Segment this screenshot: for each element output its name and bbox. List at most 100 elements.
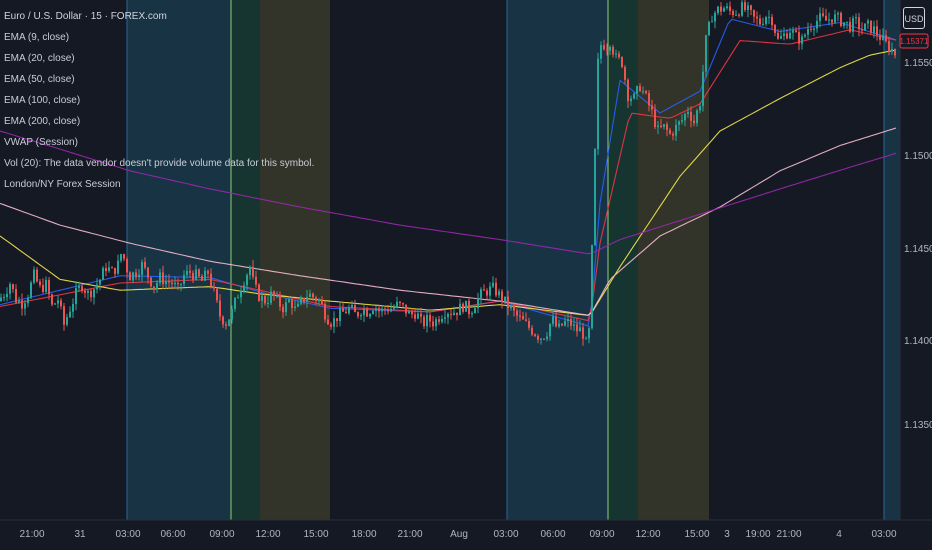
candle-body: [267, 303, 269, 304]
candle-body: [684, 113, 686, 121]
legend-vwap[interactable]: VWAP (Session): [4, 132, 314, 153]
candle-body: [813, 28, 815, 30]
candle-body: [390, 308, 392, 312]
candle-body: [156, 282, 158, 290]
candle-body: [609, 46, 611, 51]
candle-body: [330, 324, 332, 327]
candle-body: [807, 28, 809, 35]
symbol-title[interactable]: Euro / U.S. Dollar · 15 · FOREX.com: [4, 6, 314, 27]
candle-body: [276, 295, 278, 297]
candle-body: [858, 17, 860, 30]
candle-body: [474, 308, 476, 314]
chart-stage[interactable]: 1.15500 1.15000 1.14500 1.14000 1.13500 21:0…: [0, 0, 932, 550]
candle-body: [831, 19, 833, 23]
candle-body: [405, 304, 407, 314]
candle-body: [48, 279, 50, 295]
legend-ema-50[interactable]: EMA (50, close): [4, 69, 314, 90]
legend-ema-20[interactable]: EMA (20, close): [4, 48, 314, 69]
candle-body: [837, 13, 839, 15]
candle-body: [0, 297, 2, 302]
candle-body: [867, 20, 869, 24]
candle-body: [105, 268, 107, 272]
candle-body: [99, 279, 101, 285]
candle-body: [693, 120, 695, 124]
time-axis[interactable]: 21:00 31 03:00 06:00 09:00 12:00 15:00 18:00 21:…: [19, 529, 896, 540]
candle-body: [894, 49, 896, 56]
legend-ema-200[interactable]: EMA (200, close): [4, 111, 314, 132]
candle-body: [579, 327, 581, 332]
candle-body: [402, 303, 404, 305]
candle-body: [639, 86, 641, 92]
time-tick-label: 19:00: [745, 529, 770, 540]
candle-body: [363, 309, 365, 316]
legend-forex-session[interactable]: London/NY Forex Session: [4, 174, 314, 195]
currency-button[interactable]: USD: [903, 7, 925, 29]
candle-body: [342, 308, 344, 312]
candle-body: [606, 49, 608, 51]
candle-body: [120, 254, 122, 261]
candle-body: [234, 297, 236, 309]
candle-body: [507, 296, 509, 309]
candle-body: [846, 21, 848, 23]
candle-body: [876, 26, 878, 36]
candle-body: [624, 67, 626, 80]
candle-body: [648, 93, 650, 106]
candle-body: [786, 33, 788, 39]
candle-body: [279, 295, 281, 307]
candle-body: [123, 254, 125, 259]
candle-body: [300, 298, 302, 304]
legend-ema-100[interactable]: EMA (100, close): [4, 90, 314, 111]
candle-body: [306, 297, 308, 302]
legend-volume[interactable]: Vol (20): The data vendor doesn't provid…: [4, 153, 314, 174]
candle-body: [222, 316, 224, 325]
candle-body: [246, 275, 248, 286]
candle-body: [666, 124, 668, 130]
candle-body: [669, 130, 671, 134]
candle-body: [597, 58, 599, 150]
candle-body: [147, 267, 149, 278]
candle-body: [759, 18, 761, 25]
candle-body: [339, 308, 341, 321]
candle-body: [489, 286, 491, 296]
candle-body: [798, 32, 800, 44]
candle-body: [480, 289, 482, 298]
time-tick-label: 03:00: [871, 529, 896, 540]
candle-body: [585, 338, 587, 340]
candle-body: [504, 296, 506, 302]
candle-body: [216, 288, 218, 301]
candle-body: [852, 18, 854, 32]
legend-ema-9[interactable]: EMA (9, close): [4, 27, 314, 48]
candle-body: [498, 291, 500, 296]
candle-body: [729, 6, 731, 11]
candle-body: [840, 13, 842, 27]
candle-body: [297, 303, 299, 307]
candle-body: [81, 286, 83, 291]
candle-body: [357, 312, 359, 317]
candle-body: [888, 41, 890, 52]
candle-body: [165, 281, 167, 285]
candle-body: [519, 315, 521, 317]
price-axis[interactable]: 1.15500 1.15000 1.14500 1.14000 1.13500: [904, 58, 932, 431]
candle-body: [60, 300, 62, 307]
candle-body: [723, 8, 725, 12]
candle-body: [111, 267, 113, 269]
candle-body: [309, 293, 311, 297]
candle-body: [810, 28, 812, 30]
session-band-new-york: [638, 0, 709, 520]
candle-body: [273, 291, 275, 296]
candle-body: [822, 13, 824, 16]
candle-body: [516, 310, 518, 316]
candle-body: [456, 312, 458, 316]
candle-body: [102, 268, 104, 280]
candle-body: [468, 300, 470, 315]
candle-body: [129, 272, 131, 281]
indicator-legend: Euro / U.S. Dollar · 15 · FOREX.com EMA …: [4, 6, 314, 195]
candle-body: [294, 306, 296, 308]
candle-body: [789, 32, 791, 39]
candle-body: [231, 308, 233, 320]
candle-body: [525, 319, 527, 321]
candle-body: [240, 291, 242, 298]
candle-body: [627, 79, 629, 102]
candle-body: [399, 301, 401, 304]
candle-body: [171, 282, 173, 284]
